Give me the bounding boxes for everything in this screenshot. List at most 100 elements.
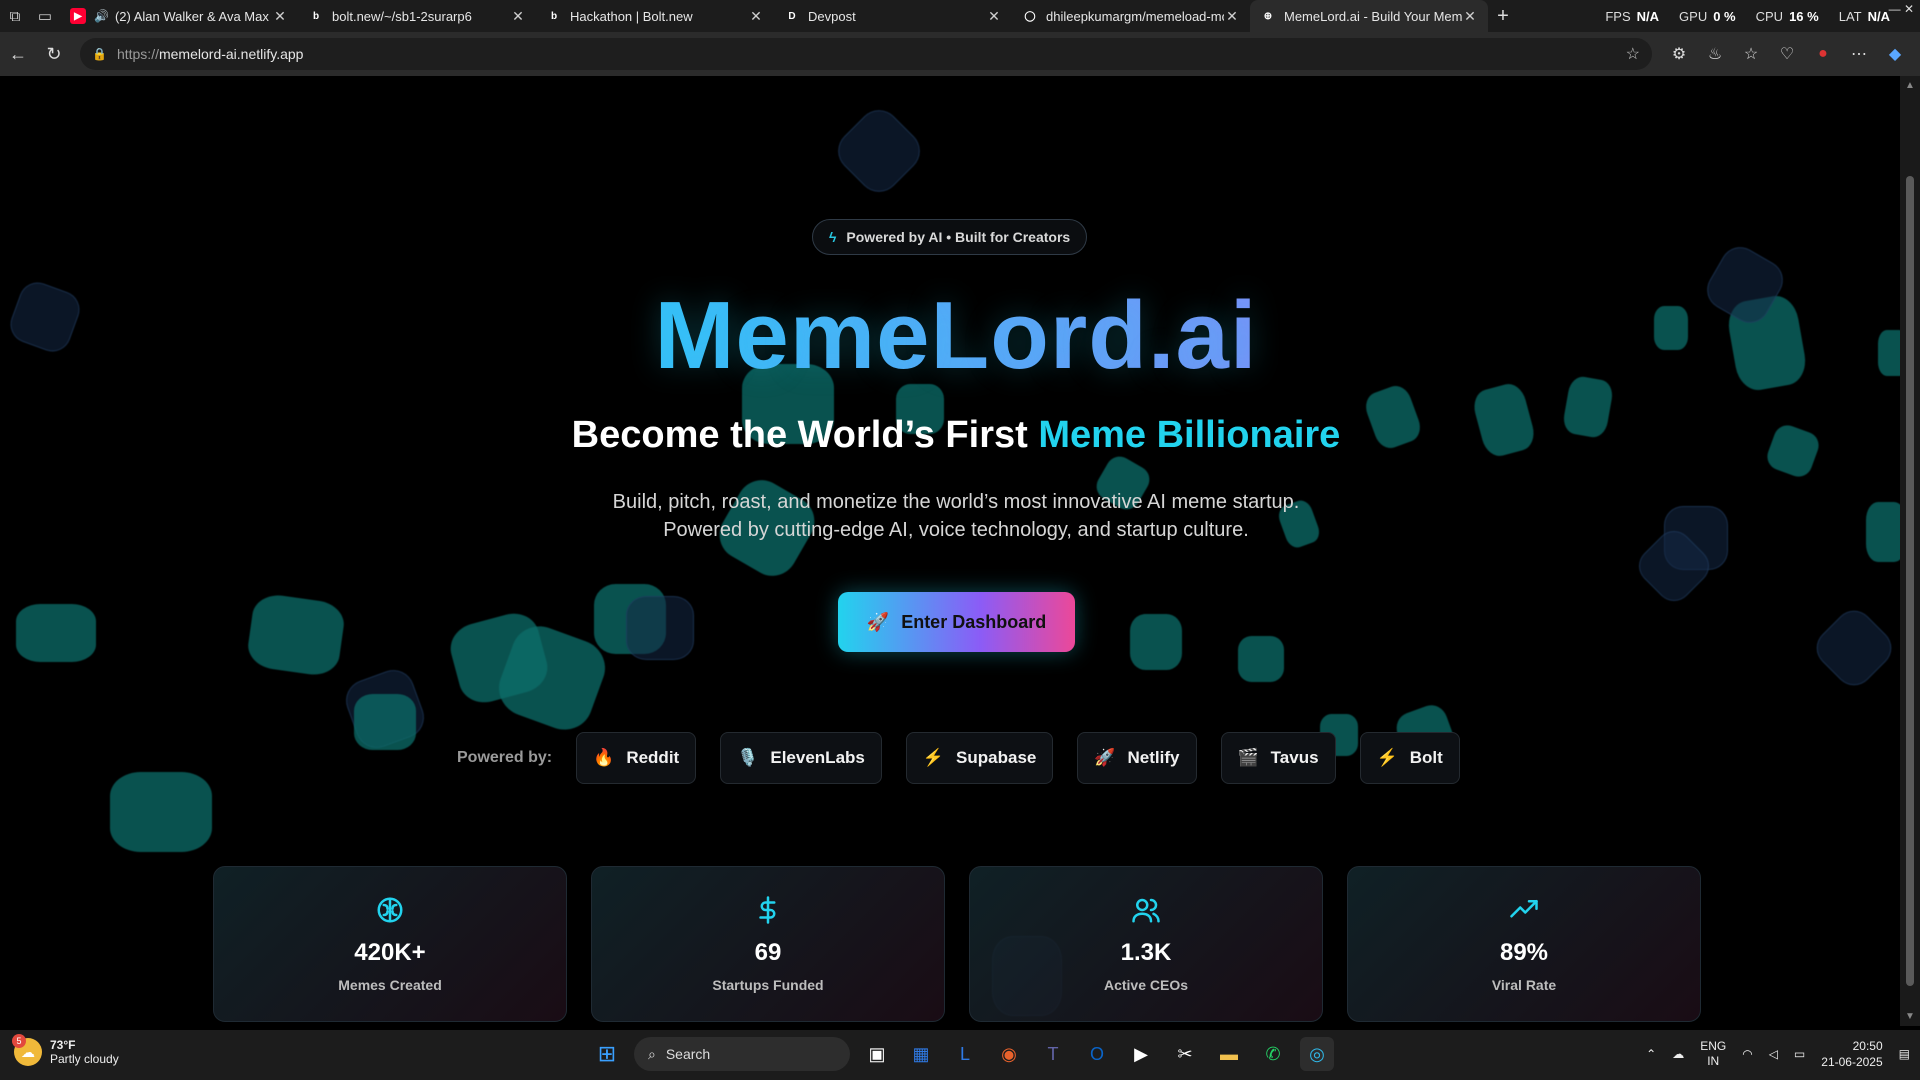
stat-value: 1.3K bbox=[1120, 939, 1172, 966]
close-tab-icon[interactable]: ✕ bbox=[1224, 8, 1240, 25]
floating-shape bbox=[1130, 614, 1182, 670]
close-tab-icon[interactable]: ✕ bbox=[748, 8, 764, 25]
powered-by-bolt[interactable]: ⚡ Bolt bbox=[1359, 732, 1460, 784]
powered-by-name: ElevenLabs bbox=[770, 748, 865, 767]
weather-temp: 73°F bbox=[50, 1038, 76, 1052]
extensions-icon[interactable]: ⚙ bbox=[1668, 44, 1690, 64]
edge-browser-icon[interactable]: ◎ bbox=[1300, 1037, 1334, 1071]
capcut-icon[interactable]: ✂ bbox=[1168, 1037, 1202, 1071]
clock-time: 20:50 bbox=[1852, 1039, 1883, 1053]
browser-essentials-icon[interactable]: ♡ bbox=[1776, 44, 1798, 64]
powered-by-name: Tavus bbox=[1270, 748, 1319, 767]
copilot-icon[interactable]: ◆ bbox=[1884, 44, 1906, 64]
onedrive-icon[interactable]: ☁ bbox=[1672, 1047, 1684, 1061]
page-scrollbar[interactable]: ▲ ▼ bbox=[1900, 76, 1920, 1026]
powered-by-tavus[interactable]: 🎬 Tavus bbox=[1220, 732, 1336, 784]
tavus-icon: 🎬 bbox=[1237, 748, 1259, 767]
new-tab-button[interactable]: + bbox=[1488, 5, 1518, 28]
stat-label: Active CEOs bbox=[1103, 977, 1189, 993]
bolt-icon: ⚡ bbox=[1376, 748, 1398, 767]
url-field[interactable]: 🔒 https://memelord-ai.netlify.app ☆ bbox=[80, 38, 1652, 70]
performance-icon[interactable]: ♨ bbox=[1704, 44, 1726, 64]
powered-by-reddit[interactable]: 🔥 Reddit bbox=[576, 732, 697, 784]
favorite-star-icon[interactable]: ☆ bbox=[1626, 44, 1640, 64]
lens-app-icon[interactable]: L bbox=[948, 1037, 982, 1071]
close-tab-icon[interactable]: ✕ bbox=[986, 8, 1002, 25]
browser-tab[interactable]: b Hackathon | Bolt.new ✕ bbox=[536, 0, 774, 32]
browser-tab[interactable]: ▶ 🔊 (2) Alan Walker & Ava Max - ✕ bbox=[60, 0, 298, 32]
powered-by-netlify[interactable]: 🚀 Netlify bbox=[1077, 732, 1197, 784]
media-player-icon[interactable]: ▶ bbox=[1124, 1037, 1158, 1071]
whatsapp-icon[interactable]: ✆ bbox=[1256, 1037, 1290, 1071]
search-icon: ⌕ bbox=[648, 1045, 656, 1062]
more-options-icon[interactable]: ⋯ bbox=[1848, 44, 1870, 64]
devpost-icon: D bbox=[788, 10, 796, 22]
lat-readout: LAT N/A bbox=[1838, 8, 1890, 24]
language-indicator[interactable]: ENG IN bbox=[1700, 1039, 1726, 1069]
powered-by-elevenlabs[interactable]: 🎙️ ElevenLabs bbox=[720, 732, 882, 784]
profile-avatar[interactable]: ● bbox=[1812, 45, 1834, 63]
close-tab-icon[interactable]: ✕ bbox=[272, 8, 288, 25]
tab-actions-icon[interactable]: ▭ bbox=[30, 1, 60, 31]
stat-card: 69 Startups Funded bbox=[591, 866, 945, 1022]
scrollbar-thumb[interactable] bbox=[1906, 176, 1914, 986]
favorites-icon[interactable]: ☆ bbox=[1740, 44, 1762, 64]
powered-by-row: Powered by: 🔥 Reddit 🎙️ ElevenLabs ⚡ Supabase… bbox=[457, 732, 1484, 784]
reddit-icon: 🔥 bbox=[593, 748, 615, 767]
close-tab-icon[interactable]: ✕ bbox=[510, 8, 526, 25]
stat-card: 420K+ Memes Created bbox=[213, 866, 567, 1022]
users-icon bbox=[1131, 895, 1161, 931]
office-icon[interactable]: ◉ bbox=[992, 1037, 1026, 1071]
file-explorer-icon[interactable]: ▬ bbox=[1212, 1037, 1246, 1071]
powered-by-list: 🔥 Reddit 🎙️ ElevenLabs ⚡ Supabase 🚀 Netlify 🎬 Tav… bbox=[576, 732, 1484, 784]
lock-icon[interactable]: 🔒 bbox=[92, 47, 107, 61]
enter-dashboard-button[interactable]: 🚀 Enter Dashboard bbox=[838, 592, 1075, 652]
windows-taskbar: ☁ 5 73°F Partly cloudy ⊞ ⌕ Search ▣ ▦ L ◉… bbox=[0, 1030, 1920, 1080]
partly-cloudy-icon: ☁ 5 bbox=[12, 1034, 42, 1066]
wifi-icon[interactable]: ◠ bbox=[1742, 1047, 1752, 1061]
powered-by-label: Powered by: bbox=[457, 749, 553, 766]
floating-shape bbox=[1808, 602, 1900, 694]
weather-widget[interactable]: ☁ 5 73°F Partly cloudy bbox=[12, 1034, 119, 1066]
outlook-icon[interactable]: O bbox=[1080, 1037, 1114, 1071]
close-tab-icon[interactable]: ✕ bbox=[1462, 8, 1478, 25]
stat-label: Startups Funded bbox=[712, 977, 824, 993]
window-controls[interactable]: — ✕ bbox=[1889, 2, 1914, 16]
powered-by-supabase[interactable]: ⚡ Supabase bbox=[905, 732, 1054, 784]
teams-icon[interactable]: T bbox=[1036, 1037, 1070, 1071]
stat-value: 69 bbox=[754, 939, 782, 966]
language-line-1: ENG bbox=[1700, 1039, 1727, 1053]
github-icon: ◯ bbox=[1024, 10, 1036, 22]
windows-start-icon[interactable]: ⊞ bbox=[590, 1037, 624, 1071]
clock[interactable]: 20:50 21-06-2025 bbox=[1821, 1038, 1882, 1070]
volume-icon[interactable]: ◁ bbox=[1769, 1047, 1778, 1061]
weather-desc: Partly cloudy bbox=[50, 1052, 119, 1066]
speaker-icon[interactable]: 🔊 bbox=[94, 9, 109, 23]
scroll-up-icon[interactable]: ▲ bbox=[1905, 80, 1915, 91]
language-line-2: IN bbox=[1707, 1054, 1720, 1068]
tab-title: Hackathon | Bolt.new bbox=[570, 8, 693, 24]
tab-title: (2) Alan Walker & Ava Max - bbox=[114, 8, 272, 24]
subtitle-plain: Become the World’s First bbox=[571, 414, 1039, 456]
taskbar-apps: ⊞ ⌕ Search ▣ ▦ L ◉ T O ▶ ✂ ▬ ✆ ◎ bbox=[590, 1037, 1334, 1071]
taskbar-search[interactable]: ⌕ Search bbox=[634, 1037, 850, 1071]
back-icon[interactable]: ← bbox=[0, 36, 36, 72]
hero-badge: ϟ Powered by AI • Built for Creators bbox=[812, 219, 1088, 255]
browser-tab[interactable]: D Devpost ✕ bbox=[774, 0, 1012, 32]
browser-tab[interactable]: b bolt.new/~/sb1-2surarp6 ✕ bbox=[298, 0, 536, 32]
store-icon[interactable]: ▦ bbox=[904, 1037, 938, 1071]
browser-tab[interactable]: ◯ dhileepkumargm/memeload-mo ✕ bbox=[1012, 0, 1250, 32]
stat-card: 89% Viral Rate bbox=[1347, 866, 1701, 1022]
tab-title: MemeLord.ai - Build Your Meme bbox=[1284, 8, 1462, 24]
battery-icon[interactable]: ▭ bbox=[1794, 1047, 1805, 1061]
description-line-1: Build, pitch, roast, and monetize the wo… bbox=[612, 491, 1300, 513]
refresh-icon[interactable]: ↻ bbox=[36, 36, 72, 72]
browser-tab[interactable]: ⊕ MemeLord.ai - Build Your Meme ✕ bbox=[1250, 0, 1488, 32]
notifications-icon[interactable]: ▤ bbox=[1899, 1047, 1910, 1061]
scroll-down-icon[interactable]: ▼ bbox=[1905, 1011, 1915, 1022]
task-view-icon[interactable]: ▣ bbox=[860, 1037, 894, 1071]
trending-up-icon bbox=[1509, 895, 1539, 931]
workspaces-icon[interactable]: ⧉ bbox=[0, 1, 30, 31]
youtube-icon: ▶ bbox=[70, 8, 86, 24]
chevron-up-icon[interactable]: ⌃ bbox=[1646, 1047, 1656, 1061]
